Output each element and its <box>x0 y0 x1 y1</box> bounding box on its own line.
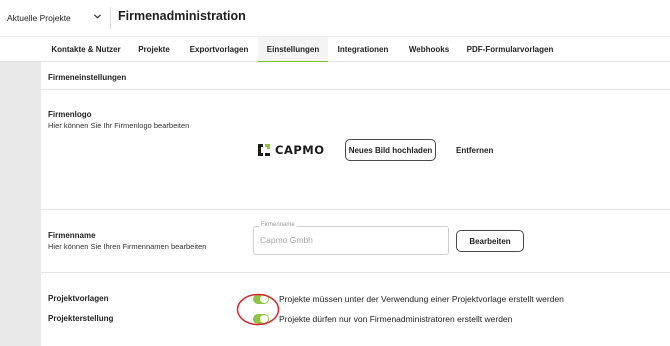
tab-exportvorlagen[interactable]: Exportvorlagen <box>180 37 258 62</box>
company-name-label: Firmenname <box>48 231 96 240</box>
logo-wordmark: CAPMO <box>275 143 325 157</box>
tab-pdf-formularvorlagen[interactable]: PDF-Formularvorlagen <box>460 37 560 62</box>
tab-webhooks[interactable]: Webhooks <box>398 37 460 62</box>
toggle-knob <box>260 295 268 303</box>
tab-label: Integrationen <box>337 45 389 54</box>
tab-integrationen[interactable]: Integrationen <box>328 37 398 62</box>
tab-kontakte-nutzer[interactable]: Kontakte & Nutzer <box>43 37 129 62</box>
header-divider <box>110 7 111 29</box>
project-templates-toggle[interactable] <box>253 294 269 304</box>
toggle-knob <box>260 315 268 323</box>
remove-logo-button[interactable]: Entfernen <box>456 146 493 155</box>
edit-company-name-button[interactable]: Bearbeiten <box>456 230 524 252</box>
project-templates-text: Projekte müssen unter der Verwendung ein… <box>279 294 564 304</box>
company-name-field[interactable]: Firmenname <box>253 222 449 255</box>
project-creation-toggle[interactable] <box>253 314 269 324</box>
tab-bar: Kontakte & Nutzer Projekte Exportvorlage… <box>0 36 670 63</box>
project-selector-label: Aktuelle Projekte <box>7 13 71 23</box>
tab-label: Kontakte & Nutzer <box>51 45 121 54</box>
tab-projekte[interactable]: Projekte <box>129 37 179 62</box>
company-name-field-label: Firmenname <box>259 222 297 228</box>
tab-label: Projekte <box>138 45 170 54</box>
project-selector[interactable]: Aktuelle Projekte <box>7 9 101 27</box>
company-name-input[interactable] <box>260 235 440 245</box>
chevron-down-icon <box>94 14 101 19</box>
logo-label: Firmenlogo <box>48 110 92 119</box>
tab-einstellungen[interactable]: Einstellungen <box>258 37 328 63</box>
tab-label: PDF-Formularvorlagen <box>466 45 554 54</box>
project-templates-label: Projektvorlagen <box>48 294 109 303</box>
divider <box>41 209 670 210</box>
company-logo: CAPMO <box>257 143 335 157</box>
company-name-description: Hier können Sie Ihren Firmennamen bearbe… <box>48 242 207 251</box>
tab-label: Webhooks <box>408 45 450 54</box>
upload-logo-button[interactable]: Neues Bild hochladen <box>345 139 436 161</box>
left-sidebar-strip <box>0 62 41 346</box>
divider <box>41 272 670 273</box>
edit-company-name-label: Bearbeiten <box>469 236 511 246</box>
tab-label: Exportvorlagen <box>189 45 249 54</box>
tab-label: Einstellungen <box>266 45 320 54</box>
page-title: Firmenadministration <box>118 9 246 23</box>
section-title: Firmeneinstellungen <box>48 73 127 82</box>
logo-description: Hier können Sie Ihr Firmenlogo bearbeite… <box>48 121 190 130</box>
top-bar: Aktuelle Projekte Firmenadministration <box>0 0 670 36</box>
project-creation-label: Projekterstellung <box>48 314 114 323</box>
capmo-logo-icon <box>258 144 270 156</box>
divider <box>41 89 670 90</box>
project-creation-text: Projekte dürfen nur von Firmenadministra… <box>279 314 513 324</box>
upload-logo-label: Neues Bild hochladen <box>348 145 433 155</box>
